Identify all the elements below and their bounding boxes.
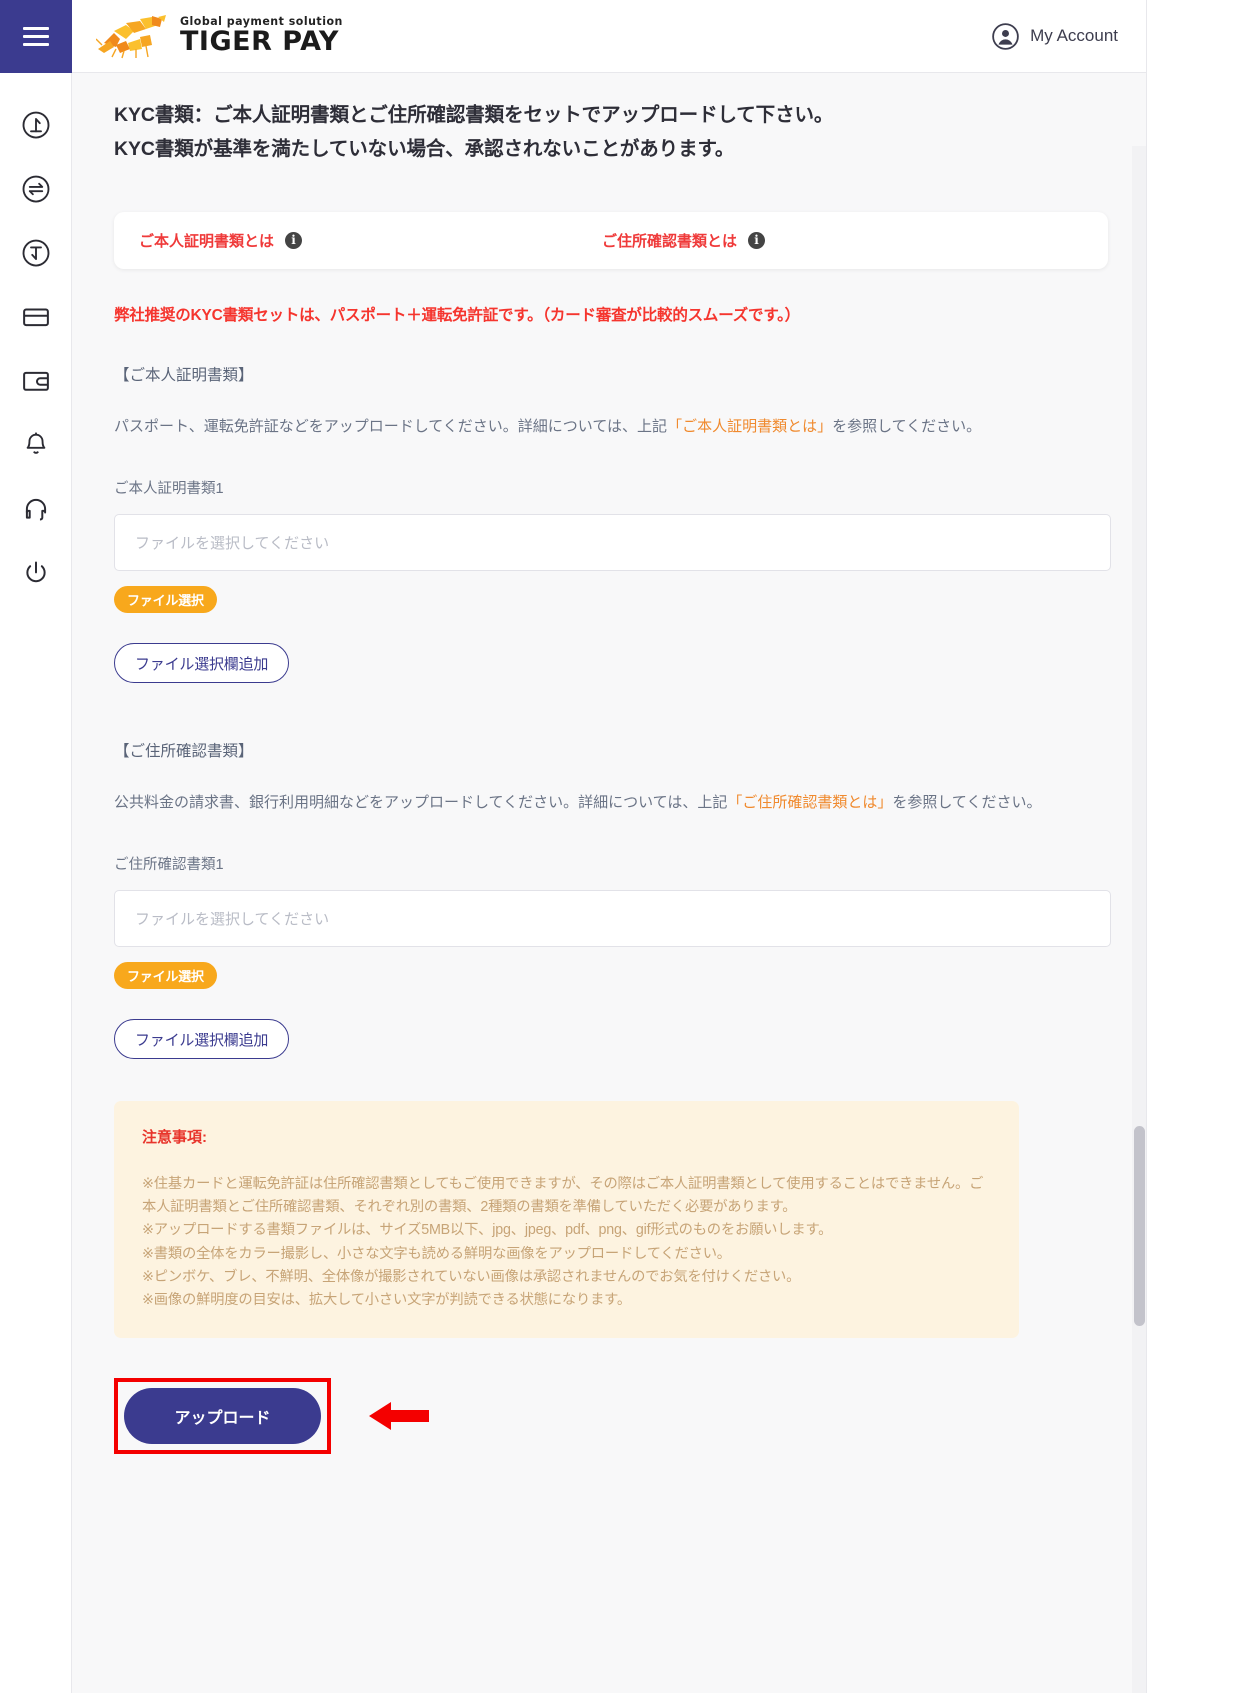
notice-line: ※画像の鮮明度の目安は、拡大して小さい文字が判読できる状態になります。 — [142, 1291, 631, 1308]
info-links-card: ご本人証明書類とは i ご住所確認書類とは i — [114, 212, 1108, 270]
address-section-heading: 【ご住所確認書類】 — [114, 743, 254, 761]
address-desc-before: 公共料金の請求書、銀行利用明細などをアップロードしてください。詳細については、上… — [114, 794, 728, 812]
hamburger-icon — [23, 26, 49, 46]
page-title-line-1: KYC書類：ご本人証明書類とご住所確認書類をセットでアップロードして下さい。 — [114, 104, 834, 126]
address-file-select-button[interactable]: ファイル選択 — [114, 962, 217, 990]
sidebar-item-support[interactable] — [14, 491, 58, 527]
wallet-icon — [22, 371, 49, 391]
vertical-scrollbar-thumb[interactable] — [1134, 1126, 1145, 1326]
identity-file-input[interactable]: ファイルを選択してください — [114, 514, 1111, 572]
identity-doc-info-link[interactable]: ご本人証明書類とは i — [139, 230, 303, 251]
left-sidebar — [0, 73, 72, 1693]
sidebar-item-deposit[interactable] — [14, 107, 58, 143]
notice-line: ※アップロードする書類ファイルは、サイズ5MB以下、jpg、jpeg、pdf、p… — [142, 1222, 833, 1239]
menu-toggle-button[interactable] — [0, 0, 72, 73]
address-add-field-button[interactable]: ファイル選択欄追加 — [114, 1019, 290, 1060]
credit-card-icon — [22, 308, 49, 327]
notice-title: 注意事項: — [142, 1129, 207, 1147]
logo-tagline: Global payment solution — [180, 15, 343, 29]
address-doc-info-label: ご住所確認書類とは — [602, 233, 738, 251]
address-doc-info-link[interactable]: ご住所確認書類とは i — [602, 230, 766, 251]
info-icon[interactable]: i — [285, 232, 303, 250]
address-desc-link[interactable]: 「ご住所確認書類とは」 — [727, 794, 892, 811]
sidebar-item-wallet[interactable] — [14, 363, 58, 399]
address-file-input[interactable]: ファイルを選択してください — [114, 890, 1111, 948]
identity-add-field-button[interactable]: ファイル選択欄追加 — [114, 643, 290, 684]
upload-action-row: アップロード — [114, 1378, 1108, 1514]
sidebar-item-withdraw[interactable] — [14, 235, 58, 271]
sidebar-item-notifications[interactable] — [14, 427, 58, 463]
identity-file-input-placeholder: ファイルを選択してください — [135, 535, 330, 553]
power-icon — [25, 561, 46, 583]
recommendation-text: 弊社推奨のKYC書類セットは、パスポート＋運転免許証です。（カード審査が比較的ス… — [114, 307, 800, 325]
page-title: KYC書類：ご本人証明書類とご住所確認書類をセットでアップロードして下さい。 K… — [114, 99, 1108, 166]
user-circle-icon — [992, 22, 1019, 50]
notice-line: ※書類の全体をカラー撮影し、小さな文字も読める鮮明な画像をアップロードしてくださ… — [142, 1245, 731, 1262]
identity-section-description: パスポート、運転免許証などをアップロードしてください。詳細については、上記「ご本… — [114, 415, 1108, 439]
my-account-label: My Account — [1030, 26, 1118, 45]
address-desc-after: を参照してください。 — [892, 794, 1042, 812]
identity-desc-before: パスポート、運転免許証などをアップロードしてください。詳細については、上記 — [114, 418, 668, 436]
identity-doc-info-label: ご本人証明書類とは — [139, 233, 275, 251]
upload-highlight-box: アップロード — [114, 1378, 331, 1454]
address-section-description: 公共料金の請求書、銀行利用明細などをアップロードしてください。詳細については、上… — [114, 791, 1108, 815]
identity-desc-link[interactable]: 「ご本人証明書類とは」 — [667, 418, 832, 435]
identity-desc-after: を参照してください。 — [832, 418, 982, 436]
arrow-down-circle-icon — [22, 239, 49, 267]
notice-box: 注意事項: ※住基カードと運転免許証は住所確認書類としてもご使用できますが、その… — [114, 1101, 1019, 1338]
identity-field-label: ご本人証明書類1 — [114, 481, 224, 498]
exchange-circle-icon — [22, 175, 49, 203]
app-root: Global payment solution TIGER PAY My Acc… — [0, 0, 1238, 1693]
headset-icon — [25, 498, 46, 521]
page-title-line-2: KYC書類が基準を満たしていない場合、承認されないことがあります。 — [114, 137, 735, 160]
vertical-scrollbar-track[interactable] — [1132, 146, 1146, 1693]
my-account-button[interactable]: My Account — [992, 22, 1118, 50]
sidebar-item-logout[interactable] — [14, 555, 58, 591]
main-content: KYC書類：ご本人証明書類とご住所確認書類をセットでアップロードして下さい。 K… — [72, 73, 1146, 1693]
logo-wordmark: TIGER PAY — [180, 26, 339, 58]
red-left-arrow-icon — [369, 1402, 429, 1430]
info-icon[interactable]: i — [748, 232, 766, 250]
identity-file-select-button[interactable]: ファイル選択 — [114, 586, 217, 614]
address-file-input-placeholder: ファイルを選択してください — [135, 911, 330, 929]
sidebar-item-card[interactable] — [14, 299, 58, 335]
notice-line: ※住基カードと運転免許証は住所確認書類としてもご使用できますが、その際はご本人証… — [142, 1176, 984, 1216]
top-header: Global payment solution TIGER PAY My Acc… — [0, 0, 1146, 73]
identity-section-heading: 【ご本人証明書類】 — [114, 367, 254, 385]
sidebar-item-transfer[interactable] — [14, 171, 58, 207]
brand-logo[interactable]: Global payment solution TIGER PAY — [96, 13, 343, 59]
tiger-logo-icon — [96, 15, 166, 59]
right-page-margin — [1146, 0, 1238, 1693]
bell-icon — [26, 432, 45, 454]
notice-line: ※ピンボケ、ブレ、不鮮明、全体像が撮影されていない画像は承認されませんのでお気を… — [142, 1268, 801, 1285]
address-field-label: ご住所確認書類1 — [114, 857, 224, 874]
arrow-up-circle-icon — [22, 111, 49, 139]
upload-button[interactable]: アップロード — [124, 1388, 321, 1444]
